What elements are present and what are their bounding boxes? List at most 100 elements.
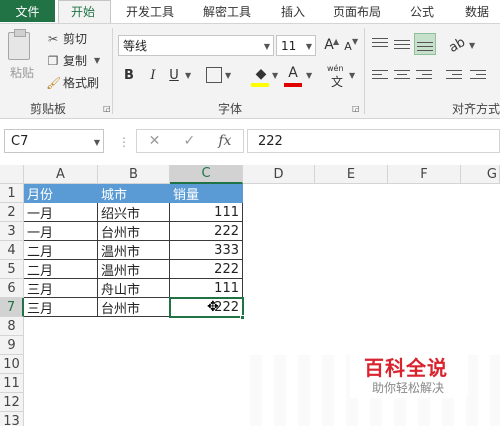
table-cell[interactable]: 二月 (24, 260, 98, 279)
font-name-select[interactable]: 等线 ▼ (118, 35, 274, 56)
font-launcher-icon[interactable]: ◲ (352, 104, 360, 113)
bold-button[interactable]: B (121, 66, 137, 84)
row-header[interactable]: 5 (0, 260, 24, 279)
table-cell[interactable]: 一月 (24, 203, 98, 222)
fill-color-swatch (251, 83, 269, 87)
table-header-cell[interactable]: 城市 (98, 184, 170, 203)
table-header-cell[interactable]: 月份 (24, 184, 98, 203)
group-divider (364, 28, 365, 114)
insert-function-icon[interactable]: fx (218, 133, 231, 149)
underline-dropdown-icon[interactable]: ▼ (185, 71, 191, 80)
font-color-dropdown-icon[interactable]: ▼ (306, 71, 312, 80)
watermark: 百科全说 助你轻松解决 (350, 350, 468, 398)
borders-icon[interactable] (206, 67, 222, 83)
table-cell[interactable]: 舟山市 (98, 279, 170, 298)
row-header[interactable]: 6 (0, 279, 24, 298)
align-right-icon[interactable] (416, 70, 432, 84)
table-cell[interactable]: 三月 (24, 279, 98, 298)
copy-label: 复制 (63, 54, 88, 68)
table-cell[interactable]: 台州市 (98, 298, 170, 317)
align-middle-icon[interactable] (394, 40, 410, 54)
decrease-indent-icon[interactable] (446, 70, 462, 84)
select-all-corner[interactable] (0, 165, 24, 184)
table-cell[interactable]: 333 (170, 241, 243, 260)
row-header[interactable]: 9 (0, 336, 24, 355)
column-header-a[interactable]: A (24, 165, 98, 184)
chevron-down-icon: ▼ (305, 42, 312, 51)
table-cell[interactable]: 三月 (24, 298, 98, 317)
formula-input[interactable]: 222 (247, 129, 500, 153)
tab-decrypt-tools[interactable]: 解密工具 (203, 0, 251, 22)
align-left-icon[interactable] (372, 70, 388, 84)
row-header[interactable]: 10 (0, 355, 24, 374)
table-cell[interactable]: 111 (170, 203, 243, 222)
orientation-icon[interactable]: ab (444, 32, 470, 58)
watermark-title: 百科全说 (364, 356, 448, 380)
cut-button[interactable]: ✂ 剪切 (46, 30, 87, 47)
row-header[interactable]: 1 (0, 184, 24, 203)
table-cell[interactable]: 二月 (24, 241, 98, 260)
tab-developer[interactable]: 开发工具 (126, 0, 174, 22)
tab-insert[interactable]: 插入 (281, 0, 305, 22)
table-cell[interactable]: 绍兴市 (98, 203, 170, 222)
scissors-icon: ✂ (47, 31, 59, 46)
phonetic-dropdown-icon[interactable]: ▼ (349, 71, 355, 80)
table-cell[interactable]: 温州市 (98, 241, 170, 260)
paste-icon[interactable] (8, 29, 30, 60)
table-cell[interactable]: 温州市 (98, 260, 170, 279)
table-cell[interactable]: 222 (170, 222, 243, 241)
fill-color-icon[interactable]: ◆ (252, 64, 270, 84)
table-cell[interactable]: 222 (170, 260, 243, 279)
fill-handle[interactable] (240, 315, 245, 320)
table-header-cell[interactable]: 销量 (170, 184, 243, 203)
align-top-icon[interactable] (372, 38, 388, 52)
tab-formulas[interactable]: 公式 (410, 0, 434, 22)
row-header[interactable]: 2 (0, 203, 24, 222)
cancel-icon[interactable]: ✕ (149, 133, 161, 149)
chevron-down-icon: ▼ (93, 138, 100, 147)
grow-font-arrow-icon: ▲ (333, 37, 340, 46)
column-header-b[interactable]: B (98, 165, 170, 184)
column-header-e[interactable]: E (315, 165, 388, 184)
font-color-button[interactable]: A (285, 64, 301, 82)
column-header-d[interactable]: D (243, 165, 315, 184)
row-header[interactable]: 8 (0, 317, 24, 336)
row-header[interactable]: 12 (0, 393, 24, 412)
clipboard-launcher-icon[interactable]: ◲ (103, 104, 111, 113)
column-header-c[interactable]: C (170, 165, 243, 184)
italic-button[interactable]: I (145, 66, 161, 84)
align-center-icon[interactable] (394, 70, 410, 84)
copy-dropdown-icon[interactable]: ▼ (94, 56, 100, 65)
phonetic-guide-button[interactable]: 文 (331, 73, 343, 90)
font-size-select[interactable]: 11 ▼ (276, 35, 316, 56)
fill-color-dropdown-icon[interactable]: ▼ (272, 71, 278, 80)
more-options-icon[interactable]: ⋮ (118, 135, 130, 149)
orientation-dropdown-icon[interactable]: ▼ (469, 41, 475, 50)
enter-icon[interactable]: ✓ (183, 133, 195, 149)
column-header-g[interactable]: G (461, 165, 500, 184)
chevron-down-icon: ▼ (263, 42, 270, 51)
font-color-swatch (284, 83, 302, 87)
formula-bar: C7 ▼ ⋮ ✕ ✓ fx 222 (0, 125, 500, 157)
row-header[interactable]: 13 (0, 412, 24, 426)
table-cell[interactable]: 台州市 (98, 222, 170, 241)
tab-file[interactable]: 文件 (0, 0, 55, 22)
tab-page-layout[interactable]: 页面布局 (333, 0, 381, 22)
table-cell[interactable]: 111 (170, 279, 243, 298)
paste-button[interactable]: 粘贴 (10, 64, 34, 81)
row-header[interactable]: 7 (0, 298, 24, 317)
column-header-f[interactable]: F (388, 165, 461, 184)
name-box[interactable]: C7 ▼ (4, 129, 104, 153)
row-header[interactable]: 3 (0, 222, 24, 241)
borders-dropdown-icon[interactable]: ▼ (225, 71, 231, 80)
tab-data[interactable]: 数据 (465, 0, 489, 22)
table-cell[interactable]: 一月 (24, 222, 98, 241)
format-painter-button[interactable]: 🖌 格式刷 (46, 74, 99, 91)
underline-button[interactable]: U (166, 66, 182, 84)
increase-indent-icon[interactable] (470, 70, 486, 84)
copy-icon: ❐ (47, 53, 59, 68)
row-header[interactable]: 11 (0, 374, 24, 393)
row-header[interactable]: 4 (0, 241, 24, 260)
tab-home[interactable]: 开始 (71, 0, 95, 22)
copy-button[interactable]: ❐ 复制 ▼ (46, 52, 101, 69)
